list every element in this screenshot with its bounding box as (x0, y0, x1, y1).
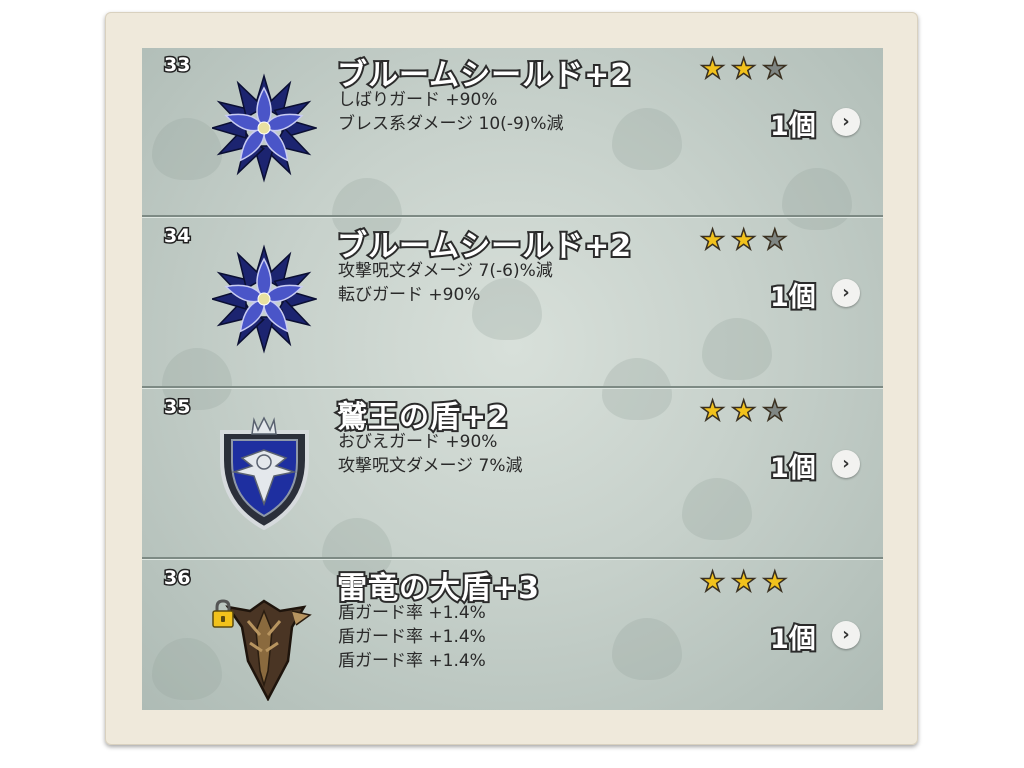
item-stats: おびえガード +90% 攻撃呪文ダメージ 7%減 (338, 430, 523, 478)
star-icon: ★ (730, 52, 757, 85)
star-icon: ★ (699, 565, 726, 598)
row-divider (142, 386, 883, 389)
item-stats: 盾ガード率 +1.4% 盾ガード率 +1.4% 盾ガード率 +1.4% (338, 601, 486, 673)
item-stats: 攻撃呪文ダメージ 7(-6)%減 転びガード +90% (338, 259, 553, 307)
chevron-right-icon[interactable]: › (832, 108, 860, 136)
stat-line: 攻撃呪文ダメージ 7%減 (338, 456, 523, 476)
star-icon: ★ (699, 394, 726, 427)
item-number: 34 (162, 224, 192, 249)
item-count: 1個 (768, 109, 818, 144)
rarity-stars: ★ ★ ★ (699, 394, 788, 427)
stat-line: 盾ガード率 +1.4% (338, 627, 486, 647)
row-divider (142, 215, 883, 218)
chevron-right-icon[interactable]: › (832, 621, 860, 649)
item-count: 1個 (768, 280, 818, 315)
item-number: 33 (162, 53, 192, 78)
eagle-crest-shield-icon (220, 416, 309, 530)
item-count: 1個 (768, 451, 818, 486)
item-number: 36 (162, 566, 192, 591)
item-stats: しばりガード +90% ブレス系ダメージ 10(-9)%減 (338, 88, 564, 136)
stat-line: しばりガード +90% (338, 90, 498, 110)
star-icon: ★ (761, 394, 788, 427)
rarity-stars: ★ ★ ★ (699, 223, 788, 256)
list-item[interactable]: 35 鷲王の盾+2 おびえガード +90% 攻撃呪文ダメージ 7%減 ★ ★ ★… (142, 390, 883, 560)
list-item[interactable]: 36 雷竜の大盾+3 盾ガード率 +1.4% 盾ガード率 +1.4% 盾ガード率… (142, 561, 883, 710)
star-icon: ★ (730, 223, 757, 256)
list-item[interactable]: 33 ブルームシールド+2 しばりガード +90% ブレス系ダメージ 10(-9… (142, 48, 883, 218)
stat-line: ブレス系ダメージ 10(-9)%減 (338, 114, 564, 134)
star-icon: ★ (761, 223, 788, 256)
star-icon: ★ (699, 52, 726, 85)
shield-list-panel: 33 ブルームシールド+2 しばりガード +90% ブレス系ダメージ 10(-9… (142, 48, 883, 710)
list-item[interactable]: 34 ブルームシールド+2 攻撃呪文ダメージ 7(-6)%減 転びガード +90… (142, 219, 883, 389)
rarity-stars: ★ ★ ★ (699, 52, 788, 85)
blue-flower-shield-icon (212, 73, 317, 183)
stat-line: 盾ガード率 +1.4% (338, 651, 486, 671)
row-divider (142, 557, 883, 560)
chevron-right-icon[interactable]: › (832, 279, 860, 307)
stat-line: おびえガード +90% (338, 432, 498, 452)
stat-line: 攻撃呪文ダメージ 7(-6)%減 (338, 261, 553, 281)
item-count: 1個 (768, 622, 818, 657)
star-icon: ★ (730, 394, 757, 427)
stat-line: 転びガード +90% (338, 285, 481, 305)
padlock-icon (212, 599, 234, 628)
blue-flower-shield-icon (212, 244, 317, 354)
rarity-stars: ★ ★ ★ (699, 565, 788, 598)
star-icon: ★ (761, 565, 788, 598)
stat-line: 盾ガード率 +1.4% (338, 603, 486, 623)
chevron-right-icon[interactable]: › (832, 450, 860, 478)
star-icon: ★ (699, 223, 726, 256)
star-icon: ★ (730, 565, 757, 598)
item-number: 35 (162, 395, 192, 420)
star-icon: ★ (761, 52, 788, 85)
